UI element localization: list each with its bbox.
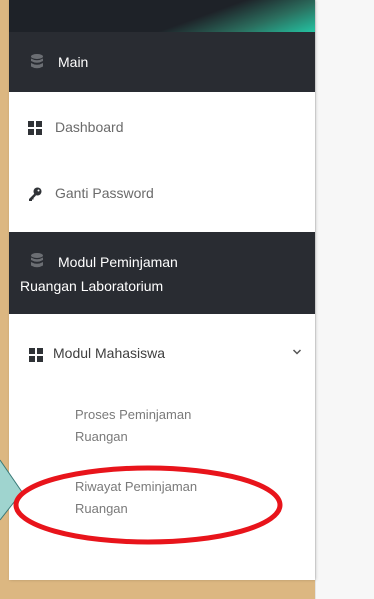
sidebar-item-label: Ganti Password [55,185,154,201]
sidebar-item-ganti-password[interactable]: Ganti Password [9,162,315,226]
section-title-modul: Modul Peminjaman Ruangan Laboratorium [20,250,300,298]
sidebar-item-modul-mahasiswa[interactable]: Modul Mahasiswa [9,330,315,380]
section-title-line2: Ruangan Laboratorium [20,278,164,294]
section-header-main: Main [9,32,315,92]
chevron-down-icon[interactable] [292,347,302,357]
submenu-line2: Ruangan [75,429,128,444]
sidebar-item-label: Modul Mahasiswa [53,345,166,361]
submenu-line2: Ruangan [75,501,128,516]
database-icon [31,54,43,69]
submenu-item-riwayat-peminjaman[interactable]: Riwayat Peminjaman Ruangan [75,476,275,520]
sidebar-item-dashboard[interactable]: Dashboard [9,96,315,160]
section-title-main: Main [58,54,89,70]
submenu-item-proses-peminjaman[interactable]: Proses Peminjaman Ruangan [75,404,275,448]
content-area [315,0,374,599]
section-title-line1: Modul Peminjaman [58,254,178,270]
submenu-line1: Riwayat Peminjaman [75,479,198,494]
section-header-modul-peminjaman: Modul Peminjaman Ruangan Laboratorium [9,232,315,314]
grid-icon [29,348,43,362]
key-icon [29,187,42,201]
sidebar: Main Dashboard Ganti Password Modul Pemi… [9,0,315,580]
submenu-line1: Proses Peminjaman [75,407,192,422]
brand-bar [9,0,315,32]
grid-icon [28,121,42,135]
sidebar-item-label: Dashboard [55,119,124,135]
